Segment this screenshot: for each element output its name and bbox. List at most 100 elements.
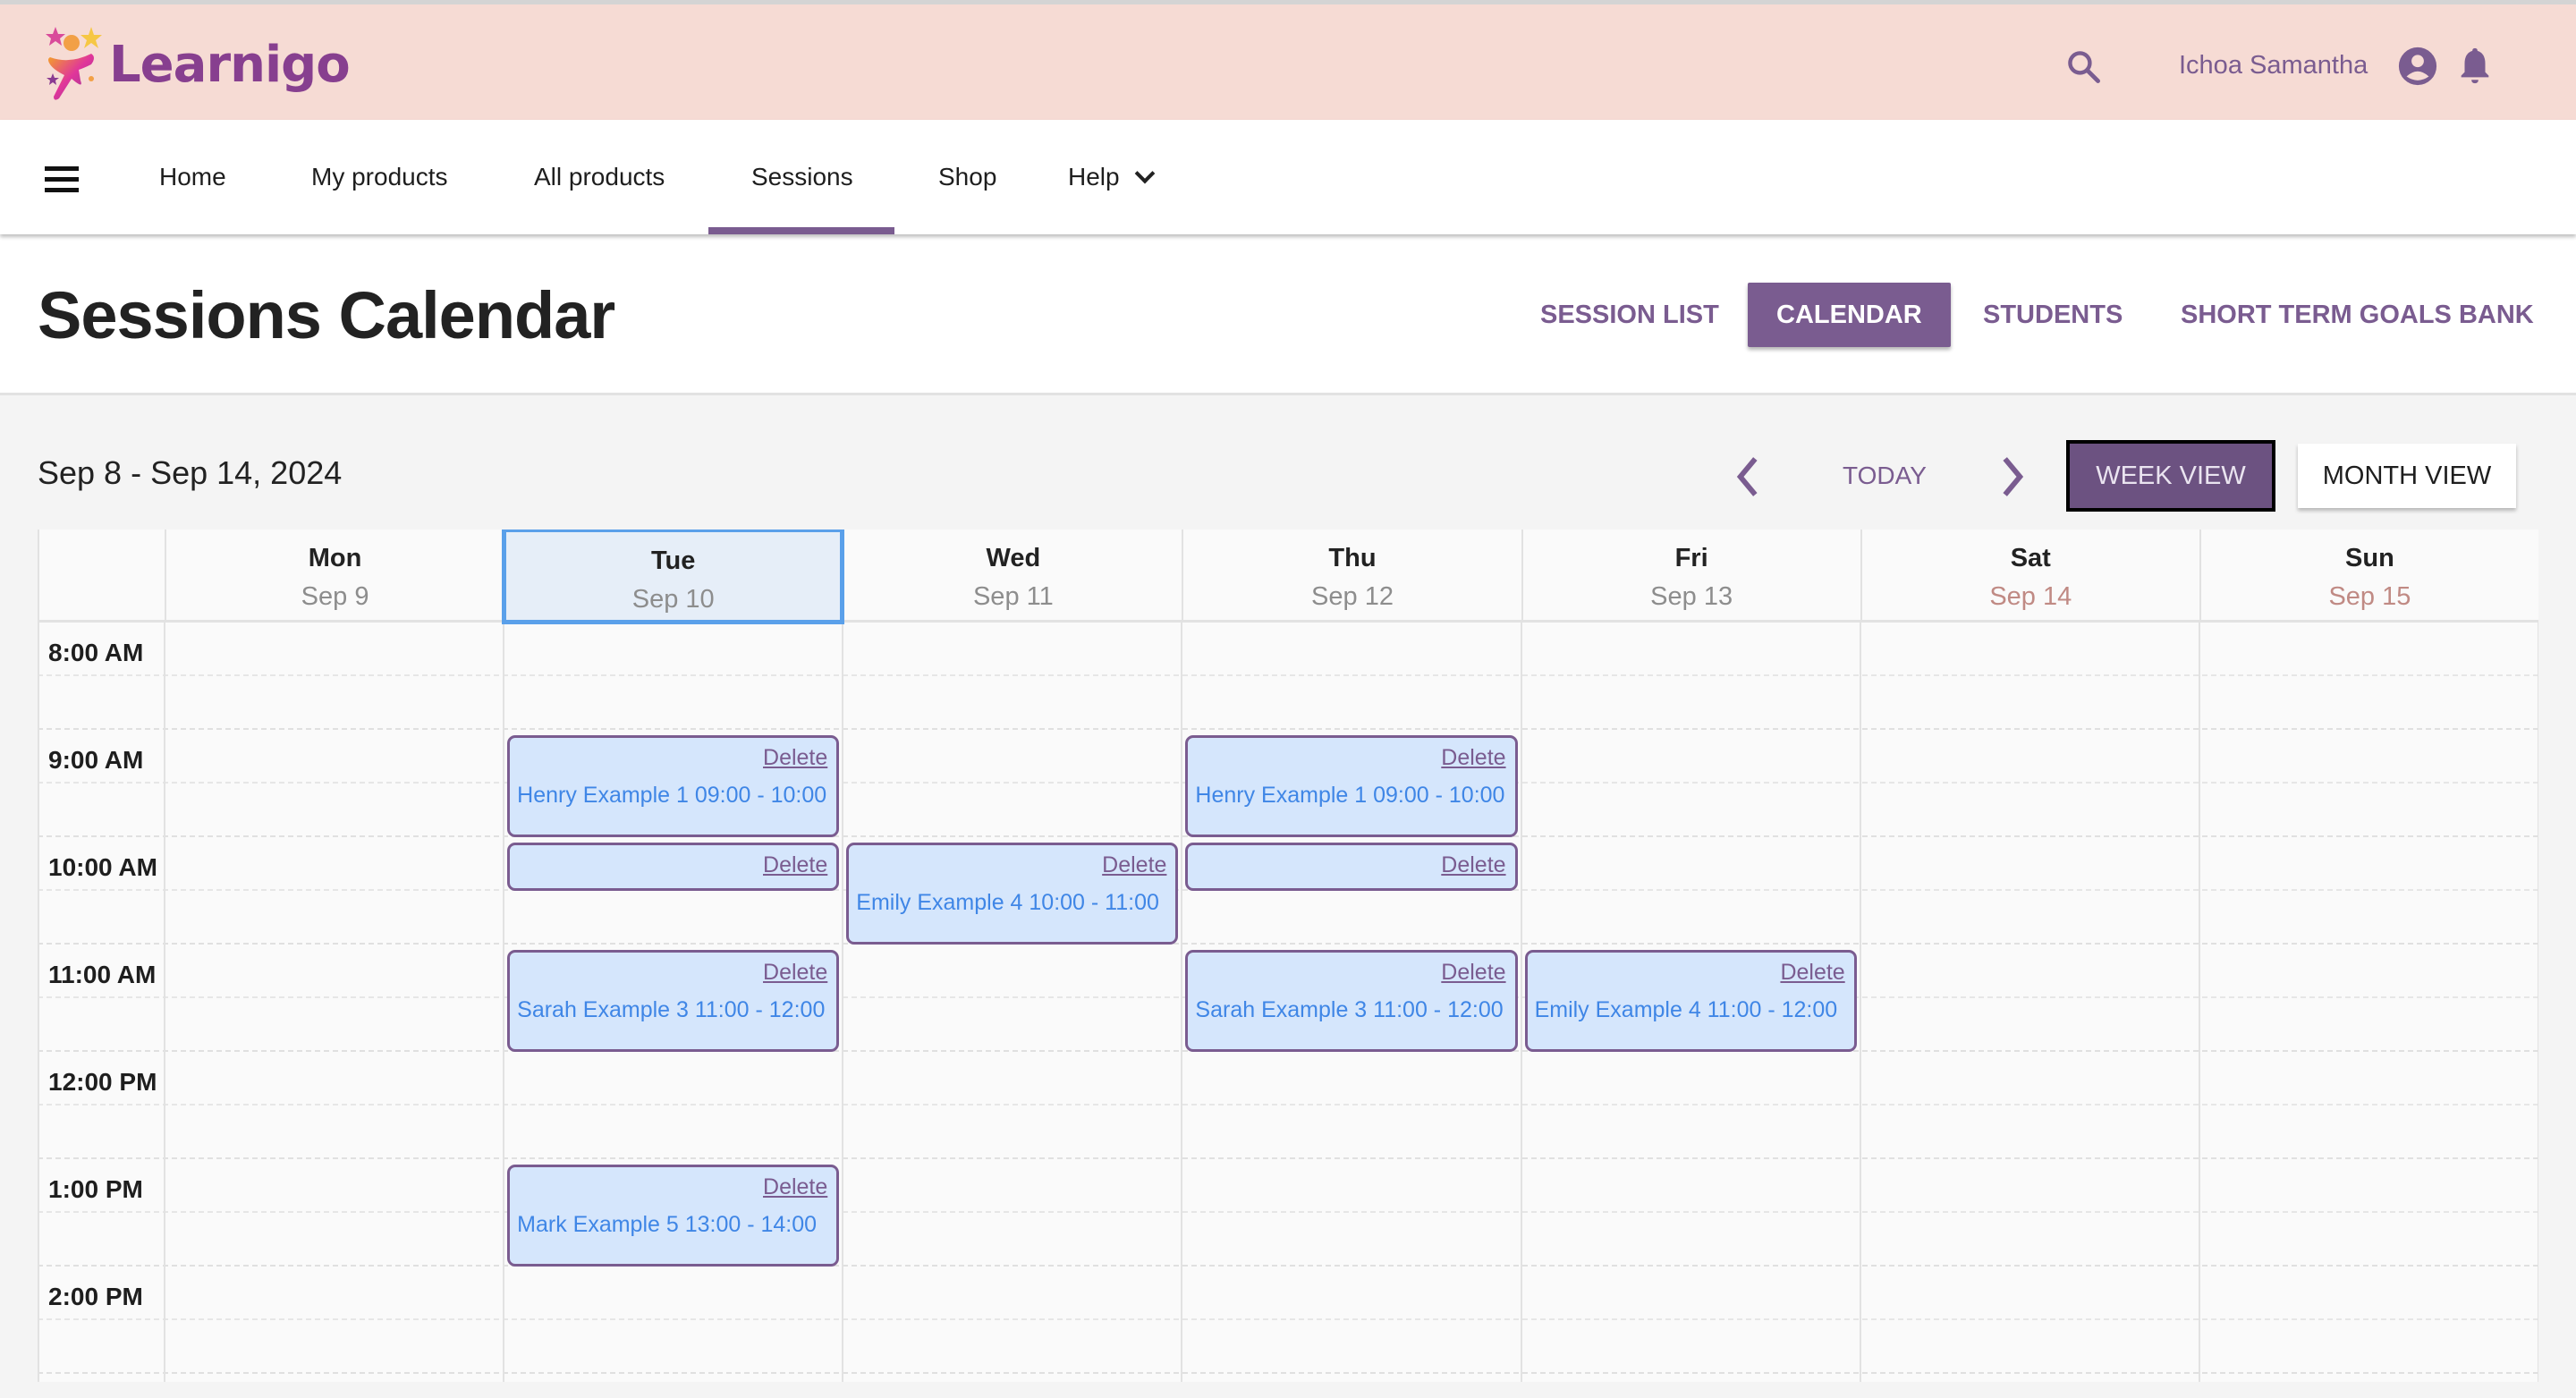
column-divider — [164, 623, 165, 1382]
day-name: Sun — [2345, 544, 2394, 572]
day-header-thu[interactable]: Thu Sep 12 — [1182, 530, 1521, 623]
nav-item-all-products[interactable]: All products — [534, 163, 665, 191]
nav-item-home[interactable]: Home — [159, 163, 226, 191]
column-divider — [1520, 623, 1522, 1382]
date-range-label: Sep 8 - Sep 14, 2024 — [38, 454, 343, 491]
session-event[interactable]: Delete Sarah Example 3 11:00 - 12:00 — [507, 950, 840, 1052]
calendar-day-header-row: Mon Sep 9 Tue Sep 10 Wed Sep 11 Thu Sep 12 Fri Se… — [38, 530, 2538, 624]
hour-row: 12:00 PM — [38, 1052, 2538, 1159]
column-divider — [1181, 623, 1183, 1382]
page-header: Sessions Calendar SESSION LIST CALENDAR … — [0, 234, 2576, 395]
day-name: Tue — [651, 546, 696, 575]
delete-session-link[interactable]: Delete — [1441, 960, 1505, 986]
nav-item-help[interactable]: Help — [1068, 163, 1155, 191]
half-hour-divider — [38, 1104, 2538, 1106]
session-event-title: Henry Example 1 09:00 - 10:00 — [1195, 783, 1505, 808]
search-icon[interactable] — [2064, 47, 2104, 87]
time-label: 2:00 PM — [48, 1283, 143, 1310]
chevron-down-icon — [1134, 163, 1155, 184]
time-label: 12:00 PM — [48, 1068, 157, 1096]
day-name: Thu — [1328, 544, 1377, 572]
day-header-wed[interactable]: Wed Sep 11 — [843, 530, 1182, 623]
month-view-button[interactable]: MONTH VIEW — [2298, 444, 2516, 508]
delete-session-link[interactable]: Delete — [763, 960, 827, 986]
day-header-tue[interactable]: Tue Sep 10 — [502, 530, 845, 624]
top-header: Learnigo Ichoa Samantha — [0, 0, 2576, 120]
session-event[interactable]: Delete Mark Example 5 13:00 - 14:00 — [507, 1165, 840, 1267]
nav-item-my-products[interactable]: My products — [311, 163, 448, 191]
hour-row: 2:00 PM — [38, 1267, 2538, 1374]
half-hour-divider — [38, 1318, 2538, 1320]
day-date: Sep 13 — [1650, 582, 1733, 611]
day-header-sat[interactable]: Sat Sep 14 — [1860, 530, 2199, 623]
main-nav: Home My products All products Sessions S… — [0, 120, 2576, 234]
session-event-title: Sarah Example 3 11:00 - 12:00 — [1195, 997, 1504, 1022]
day-date: Sep 10 — [631, 585, 715, 614]
active-nav-indicator — [708, 227, 894, 234]
day-name: Sat — [2010, 544, 2051, 572]
today-button[interactable]: TODAY — [1843, 462, 1927, 490]
day-name: Fri — [1674, 544, 1708, 572]
delete-session-link[interactable]: Delete — [1102, 852, 1166, 878]
nav-item-sessions[interactable]: Sessions — [751, 163, 853, 191]
half-hour-divider — [38, 674, 2538, 676]
session-event[interactable]: Delete — [507, 843, 840, 891]
session-event[interactable]: Delete Emily Example 4 10:00 - 11:00 — [846, 843, 1179, 945]
session-event-title: Sarah Example 3 11:00 - 12:00 — [517, 997, 826, 1022]
session-event-title: Mark Example 5 13:00 - 14:00 — [517, 1212, 818, 1237]
half-hour-divider — [38, 1211, 2538, 1213]
column-divider — [1859, 623, 1861, 1382]
time-label: 9:00 AM — [48, 746, 144, 774]
column-divider — [842, 623, 844, 1382]
day-date: Sep 14 — [1989, 582, 2072, 611]
day-header-sun[interactable]: Sun Sep 15 — [2199, 530, 2538, 623]
day-header-fri[interactable]: Fri Sep 13 — [1521, 530, 1860, 623]
delete-session-link[interactable]: Delete — [1441, 745, 1505, 771]
tab-short-term-goals-bank[interactable]: SHORT TERM GOALS BANK — [2181, 283, 2534, 347]
tab-calendar[interactable]: CALENDAR — [1748, 283, 1951, 347]
week-view-button[interactable]: WEEK VIEW — [2066, 440, 2275, 512]
day-date: Sep 11 — [972, 582, 1054, 611]
nav-item-shop[interactable]: Shop — [938, 163, 996, 191]
chevron-right-icon[interactable] — [1995, 454, 2030, 499]
session-event[interactable]: Delete Sarah Example 3 11:00 - 12:00 — [1185, 950, 1518, 1052]
day-header-mon[interactable]: Mon Sep 9 — [165, 530, 504, 623]
chevron-left-icon[interactable] — [1730, 454, 1766, 499]
week-calendar-grid: Mon Sep 9 Tue Sep 10 Wed Sep 11 Thu Sep 12 Fri Se… — [38, 530, 2538, 1382]
delete-session-link[interactable]: Delete — [1780, 960, 1844, 986]
session-event-title: Emily Example 4 11:00 - 12:00 — [1534, 997, 1838, 1022]
column-divider — [38, 530, 39, 1382]
tab-session-list[interactable]: SESSION LIST — [1540, 283, 1719, 347]
day-date: Sep 15 — [2328, 582, 2411, 611]
hour-row: 8:00 AM — [38, 623, 2538, 730]
delete-session-link[interactable]: Delete — [763, 1174, 827, 1200]
delete-session-link[interactable]: Delete — [1441, 852, 1505, 878]
day-date: Sep 12 — [1311, 582, 1394, 611]
day-date: Sep 9 — [301, 582, 369, 611]
hour-row: 1:00 PM — [38, 1159, 2538, 1267]
time-label: 8:00 AM — [48, 639, 144, 666]
learnigo-mascot-icon — [46, 27, 102, 100]
page-title: Sessions Calendar — [38, 278, 615, 352]
session-event[interactable]: Delete Emily Example 4 11:00 - 12:00 — [1524, 950, 1857, 1052]
user-name[interactable]: Ichoa Samantha — [2179, 51, 2368, 80]
brand-name: Learnigo — [109, 35, 351, 94]
menu-icon[interactable] — [45, 166, 79, 193]
column-divider — [503, 623, 505, 1382]
delete-session-link[interactable]: Delete — [763, 745, 827, 771]
session-event[interactable]: Delete — [1185, 843, 1518, 891]
session-event-title: Emily Example 4 10:00 - 11:00 — [856, 890, 1159, 915]
tab-students[interactable]: STUDENTS — [1983, 283, 2123, 347]
time-label: 10:00 AM — [48, 853, 157, 881]
nav-help-label: Help — [1068, 163, 1120, 191]
time-label: 11:00 AM — [48, 961, 157, 988]
delete-session-link[interactable]: Delete — [763, 852, 827, 878]
session-event[interactable]: Delete Henry Example 1 09:00 - 10:00 — [507, 735, 840, 837]
day-name: Wed — [986, 544, 1041, 572]
notifications-bell-icon[interactable] — [2454, 44, 2496, 87]
session-event[interactable]: Delete Henry Example 1 09:00 - 10:00 — [1185, 735, 1518, 837]
brand-logo[interactable]: Learnigo — [45, 24, 351, 105]
day-name: Mon — [308, 544, 362, 572]
account-circle-icon[interactable] — [2397, 46, 2438, 87]
session-event-title: Henry Example 1 09:00 - 10:00 — [517, 783, 827, 808]
